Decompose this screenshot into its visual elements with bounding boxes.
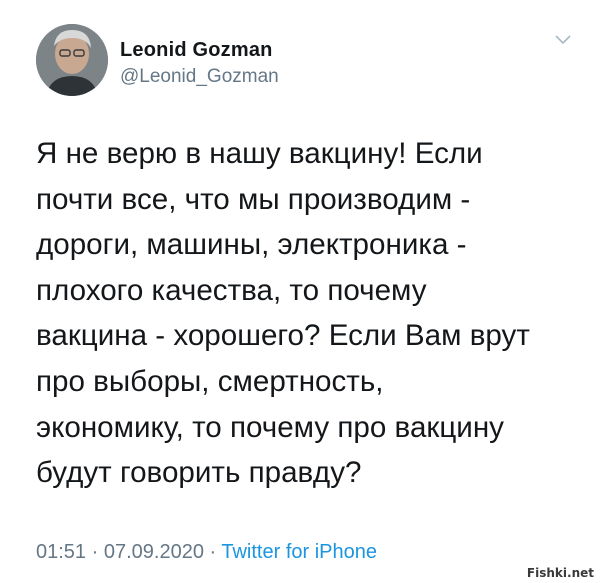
tweet-source[interactable]: Twitter for iPhone <box>221 541 377 563</box>
tweet-line: экономику, то почему про вакцину <box>36 410 504 444</box>
tweet-line: дороги, машины, электроника - <box>36 228 467 262</box>
tweet-line: почти все, что мы производим - <box>36 182 471 216</box>
user-handle[interactable]: @Leonid_Gozman <box>120 65 279 89</box>
watermark: Fishki.net <box>526 566 594 580</box>
profile-photo-icon <box>36 24 108 96</box>
tweet-line: будут говорить правду? <box>36 456 362 490</box>
tweet-line: вакцина - хорошего? Если Вам врут <box>36 319 530 353</box>
tweet-line: Я не верю в нашу вакцину! Если <box>36 137 483 170</box>
tweet-line: плохого качества, то почему <box>36 273 427 307</box>
meta-separator: · <box>203 541 222 563</box>
display-name[interactable]: Leonid Gozman <box>120 38 279 62</box>
tweet-meta: 01:51 · 07.09.2020 · Twitter for iPhone <box>36 538 377 566</box>
tweet-date[interactable]: 07.09.2020 <box>104 541 204 563</box>
tweet-text: Я не верю в нашу вакцину! Если почти все… <box>36 131 581 496</box>
user-block[interactable]: Leonid Gozman @Leonid_Gozman <box>120 38 279 89</box>
avatar[interactable] <box>36 24 108 96</box>
tweet-line: про выборы, смертность, <box>36 364 384 398</box>
meta-separator: · <box>86 541 104 563</box>
tweet-card: Leonid Gozman @Leonid_Gozman Я не верю в… <box>0 0 600 583</box>
chevron-down-icon[interactable] <box>554 34 572 46</box>
tweet-time[interactable]: 01:51 <box>36 541 86 563</box>
